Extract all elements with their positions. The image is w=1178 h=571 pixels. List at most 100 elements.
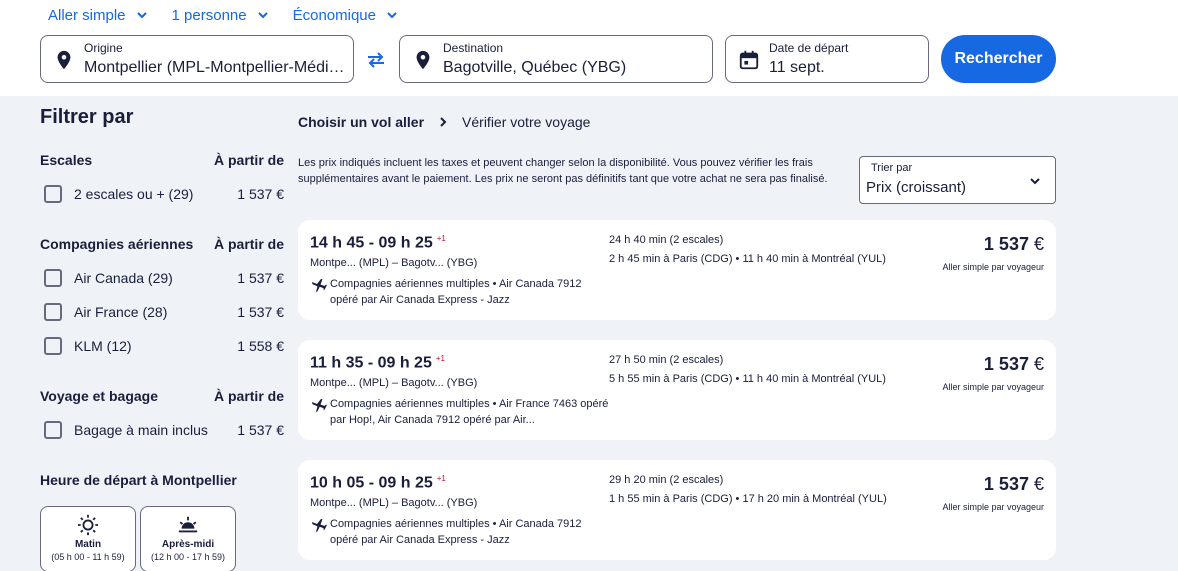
day-offset: +1 <box>436 474 446 483</box>
flight-airlines: Compagnies aériennes multiples • Air Can… <box>310 516 610 548</box>
destination-field[interactable]: Destination Bagotville, Québec (YBG) <box>399 35 713 83</box>
travelers-dropdown[interactable]: 1 personne <box>172 6 269 24</box>
checkbox[interactable] <box>44 303 62 321</box>
flight-route: Montpe... (MPL) – Bagotv... (YBG) <box>310 377 478 389</box>
filter-option-carry-on[interactable]: Bagage à main inclus 1 537 € <box>44 420 284 440</box>
flight-duration: 29 h 20 min (2 escales) <box>609 474 724 486</box>
destination-value: Bagotville, Québec (YBG) <box>443 59 627 76</box>
chevron-right-icon <box>440 117 447 127</box>
filter-option-2-stops[interactable]: 2 escales ou + (29) 1 537 € <box>44 184 284 204</box>
time-tile-name: Après-midi <box>161 539 215 550</box>
flight-card[interactable]: 14 h 45 - 09 h 25 +1 Montpe... (MPL) – Ba… <box>298 220 1056 320</box>
flight-duration: 24 h 40 min (2 escales) <box>609 234 724 246</box>
filter-option-price: 1 537 € <box>237 422 284 438</box>
destination-label: Destination <box>443 41 504 55</box>
filter-option-air-france[interactable]: Air France (28) 1 537 € <box>44 302 284 322</box>
flight-route: Montpe... (MPL) – Bagotv... (YBG) <box>310 497 478 509</box>
day-offset: +1 <box>435 354 445 363</box>
chevron-down-icon <box>1030 178 1040 185</box>
origin-field[interactable]: Origine Montpellier (MPL-Montpellier-Méd… <box>40 35 354 83</box>
filter-option-price: 1 558 € <box>237 338 284 354</box>
cabin-dropdown[interactable]: Économique <box>293 6 398 24</box>
trip-type-dropdown[interactable]: Aller simple <box>48 6 148 24</box>
breadcrumb-step-2: Vérifier votre voyage <box>462 114 591 130</box>
flight-price-currency: € <box>1033 234 1044 254</box>
filter-title: Filtrer par <box>40 106 134 128</box>
flight-price-note: Aller simple par voyageur <box>942 502 1044 512</box>
swap-icon[interactable] <box>364 48 388 72</box>
checkbox[interactable] <box>44 337 62 355</box>
from-label: À partir de <box>213 388 284 404</box>
checkbox[interactable] <box>44 421 62 439</box>
flight-airlines-text: Compagnies aériennes multiples • Air Fra… <box>330 398 609 426</box>
origin-value: Montpellier (MPL-Montpellier-Méditerrané… <box>84 59 346 76</box>
baggage-filter-header: Voyage et bagage À partir de <box>40 388 284 404</box>
flight-price: 1 537 € <box>984 234 1044 255</box>
multiple-airlines-icon <box>312 279 327 292</box>
filter-option-price: 1 537 € <box>237 304 284 320</box>
flight-times-text: 10 h 05 - 09 h 25 <box>310 474 433 492</box>
flight-times: 10 h 05 - 09 h 25 +1 <box>310 474 446 492</box>
departure-time-filter-title: Heure de départ à Montpellier <box>40 472 237 488</box>
flight-times-text: 14 h 45 - 09 h 25 <box>310 234 433 252</box>
time-tile-afternoon[interactable]: Après-midi (12 h 00 - 17 h 59) <box>140 506 236 571</box>
cabin-label: Économique <box>292 6 376 24</box>
flight-stops: 5 h 55 min à Paris (CDG) • 11 h 40 min à… <box>609 373 886 385</box>
checkbox[interactable] <box>44 185 62 203</box>
breadcrumb-step-1: Choisir un vol aller <box>298 114 425 130</box>
flight-times: 11 h 35 - 09 h 25 +1 <box>310 354 445 372</box>
flight-route: Montpe... (MPL) – Bagotv... (YBG) <box>310 257 478 269</box>
checkbox[interactable] <box>44 269 62 287</box>
location-pin-icon <box>57 50 71 70</box>
flight-price-note: Aller simple par voyageur <box>942 382 1044 392</box>
filter-option-price: 1 537 € <box>237 270 284 286</box>
flight-price-amount: 1 537 <box>983 354 1029 374</box>
departure-date-value: 11 sept. <box>769 59 825 76</box>
flight-price-note: Aller simple par voyageur <box>942 262 1044 272</box>
flight-airlines: Compagnies aériennes multiples • Air Fra… <box>310 396 610 428</box>
from-label: À partir de <box>213 236 284 252</box>
airlines-filter-title: Compagnies aériennes <box>40 236 194 252</box>
search-options: Aller simple 1 personne Économique <box>48 6 422 24</box>
day-offset: +1 <box>436 234 446 243</box>
flight-card[interactable]: 11 h 35 - 09 h 25 +1 Montpe... (MPL) – Ba… <box>298 340 1056 440</box>
stops-filter-header: Escales À partir de <box>40 152 284 168</box>
sun-icon <box>77 514 99 536</box>
flight-times: 14 h 45 - 09 h 25 +1 <box>310 234 446 252</box>
filter-option-label: KLM (12) <box>74 338 132 354</box>
flight-price-amount: 1 537 <box>983 234 1029 254</box>
search-button[interactable]: Rechercher <box>941 35 1056 83</box>
filter-option-label: Air Canada (29) <box>74 270 173 286</box>
baggage-filter-title: Voyage et bagage <box>40 388 159 404</box>
sunset-icon <box>178 516 198 533</box>
flight-price: 1 537 € <box>984 354 1044 375</box>
sort-dropdown[interactable]: Trier par Prix (croissant) <box>859 156 1056 204</box>
flight-price: 1 537 € <box>984 474 1044 495</box>
flight-price-amount: 1 537 <box>983 474 1029 494</box>
airlines-filter-header: Compagnies aériennes À partir de <box>40 236 284 252</box>
flight-duration: 27 h 50 min (2 escales) <box>609 354 724 366</box>
price-info-text: Les prix indiqués incluent les taxes et … <box>298 157 828 185</box>
stops-filter-title: Escales <box>40 152 93 168</box>
time-tile-name: Matin <box>74 539 102 550</box>
chevron-down-icon <box>136 12 147 19</box>
time-tile-morning[interactable]: Matin (05 h 00 - 11 h 59) <box>40 506 136 571</box>
sort-value: Prix (croissant) <box>866 179 967 196</box>
filter-option-air-canada[interactable]: Air Canada (29) 1 537 € <box>44 268 284 288</box>
filter-option-label: Bagage à main inclus <box>74 422 208 438</box>
time-tile-range: (12 h 00 - 17 h 59) <box>150 552 226 562</box>
flight-times-text: 11 h 35 - 09 h 25 <box>310 354 432 372</box>
flight-airlines-text: Compagnies aériennes multiples • Air Can… <box>330 278 582 306</box>
flight-price-currency: € <box>1033 354 1044 374</box>
filter-option-klm[interactable]: KLM (12) 1 558 € <box>44 336 284 356</box>
flight-stops: 2 h 45 min à Paris (CDG) • 11 h 40 min à… <box>609 253 886 265</box>
departure-date-field[interactable]: Date de départ 11 sept. <box>725 35 929 83</box>
search-bar: Aller simple 1 personne Économique Origi… <box>0 0 1178 96</box>
sort-label: Trier par <box>871 162 913 174</box>
filter-option-label: Air France (28) <box>74 304 168 320</box>
multiple-airlines-icon <box>312 399 327 412</box>
flight-airlines-text: Compagnies aériennes multiples • Air Can… <box>330 518 582 546</box>
chevron-down-icon <box>387 12 397 19</box>
flight-card[interactable]: 10 h 05 - 09 h 25 +1 Montpe... (MPL) – Ba… <box>298 460 1056 560</box>
flight-airlines: Compagnies aériennes multiples • Air Can… <box>310 276 610 308</box>
